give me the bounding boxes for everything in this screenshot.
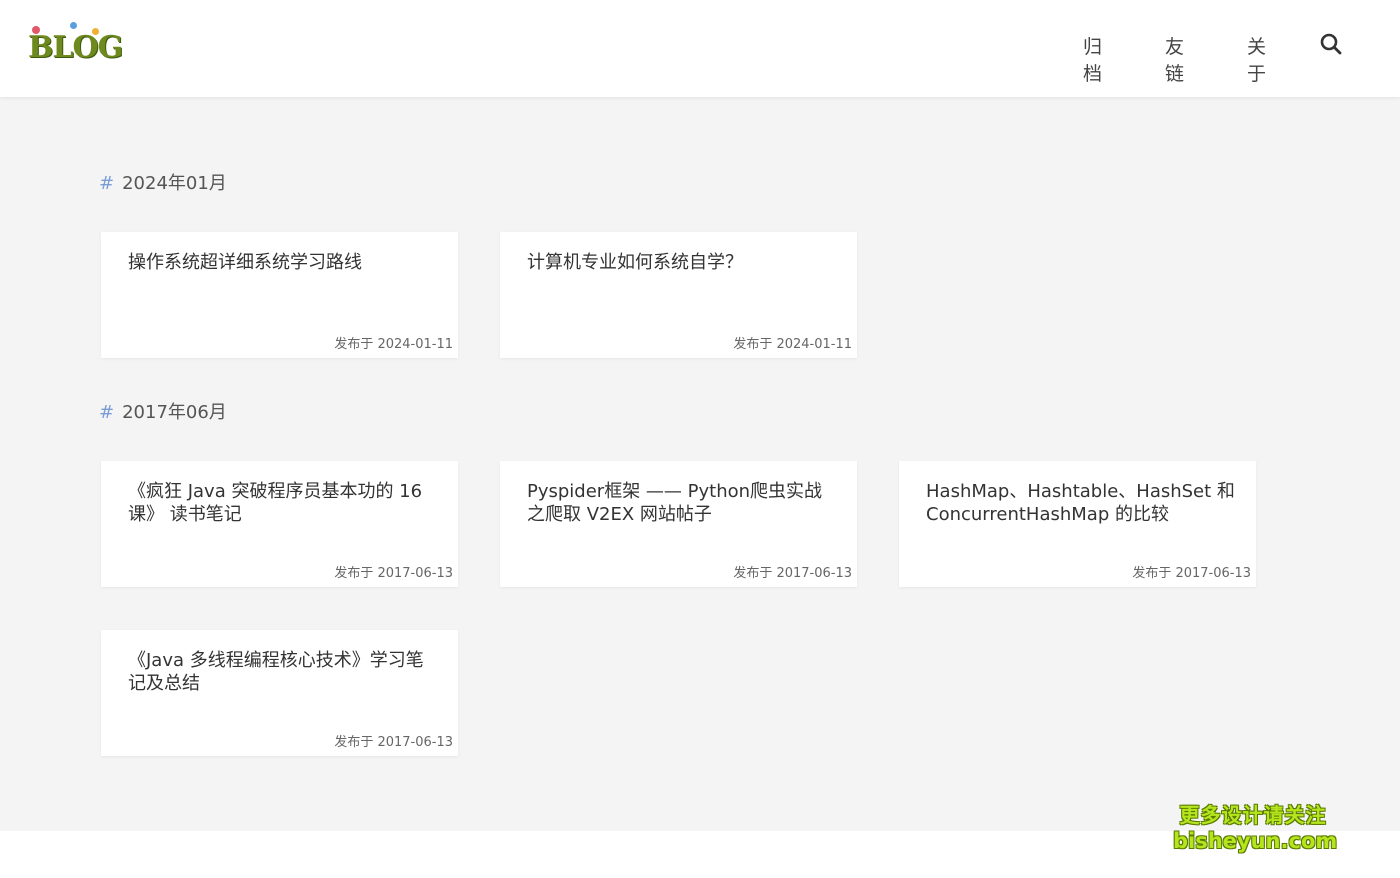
nav-friend-links[interactable]: 友链 [1165, 32, 1184, 86]
post-card[interactable]: 计算机专业如何系统自学？ 发布于 2024-01-11 [500, 232, 857, 358]
post-date: 发布于 2024-01-11 [334, 337, 453, 352]
search-icon[interactable] [1319, 32, 1343, 56]
post-date: 发布于 2024-01-11 [733, 337, 852, 352]
post-card[interactable]: 操作系统超详细系统学习路线 发布于 2024-01-11 [101, 232, 458, 358]
post-title[interactable]: Pyspider框架 —— Python爬虫实战之爬取 V2EX 网站帖子 [527, 480, 837, 526]
watermark-line-1: 更多设计请关注 [1179, 803, 1327, 827]
post-date: 发布于 2017-06-13 [733, 566, 852, 581]
post-title[interactable]: 操作系统超详细系统学习路线 [128, 251, 438, 274]
site-header: BLOG 归档 友链 关于 [0, 0, 1400, 97]
watermark: 更多设计请关注 bisheyun.com [1173, 802, 1338, 854]
post-card[interactable]: Pyspider框架 —— Python爬虫实战之爬取 V2EX 网站帖子 发布… [500, 461, 857, 587]
post-title[interactable]: 计算机专业如何系统自学？ [527, 251, 837, 274]
post-card[interactable]: 《疯狂 Java 突破程序员基本功的 16 课》 读书笔记 发布于 2017-0… [101, 461, 458, 587]
logo-decoration [70, 22, 77, 29]
hash-mark: # [99, 173, 115, 194]
nav-about[interactable]: 关于 [1247, 32, 1266, 86]
section-heading-text: 2024年01月 [122, 173, 227, 194]
post-date: 发布于 2017-06-13 [334, 566, 453, 581]
post-title[interactable]: 《疯狂 Java 突破程序员基本功的 16 课》 读书笔记 [128, 480, 438, 526]
logo-text: BLOG [28, 30, 123, 65]
post-card[interactable]: 《Java 多线程编程核心技术》学习笔记及总结 发布于 2017-06-13 [101, 630, 458, 756]
watermark-line-2: bisheyun.com [1173, 829, 1338, 853]
section-heading-2024-01: #2024年01月 [99, 169, 227, 195]
section-heading-2017-06: #2017年06月 [99, 398, 227, 424]
hash-mark: # [99, 402, 115, 423]
section-heading-text: 2017年06月 [122, 402, 227, 423]
nav-archive[interactable]: 归档 [1083, 32, 1102, 86]
post-date: 发布于 2017-06-13 [1132, 566, 1251, 581]
blog-logo[interactable]: BLOG [26, 22, 123, 68]
post-card[interactable]: HashMap、Hashtable、HashSet 和 ConcurrentHa… [899, 461, 1256, 587]
post-title[interactable]: HashMap、Hashtable、HashSet 和 ConcurrentHa… [926, 480, 1236, 526]
post-title[interactable]: 《Java 多线程编程核心技术》学习笔记及总结 [128, 649, 438, 695]
post-date: 发布于 2017-06-13 [334, 735, 453, 750]
